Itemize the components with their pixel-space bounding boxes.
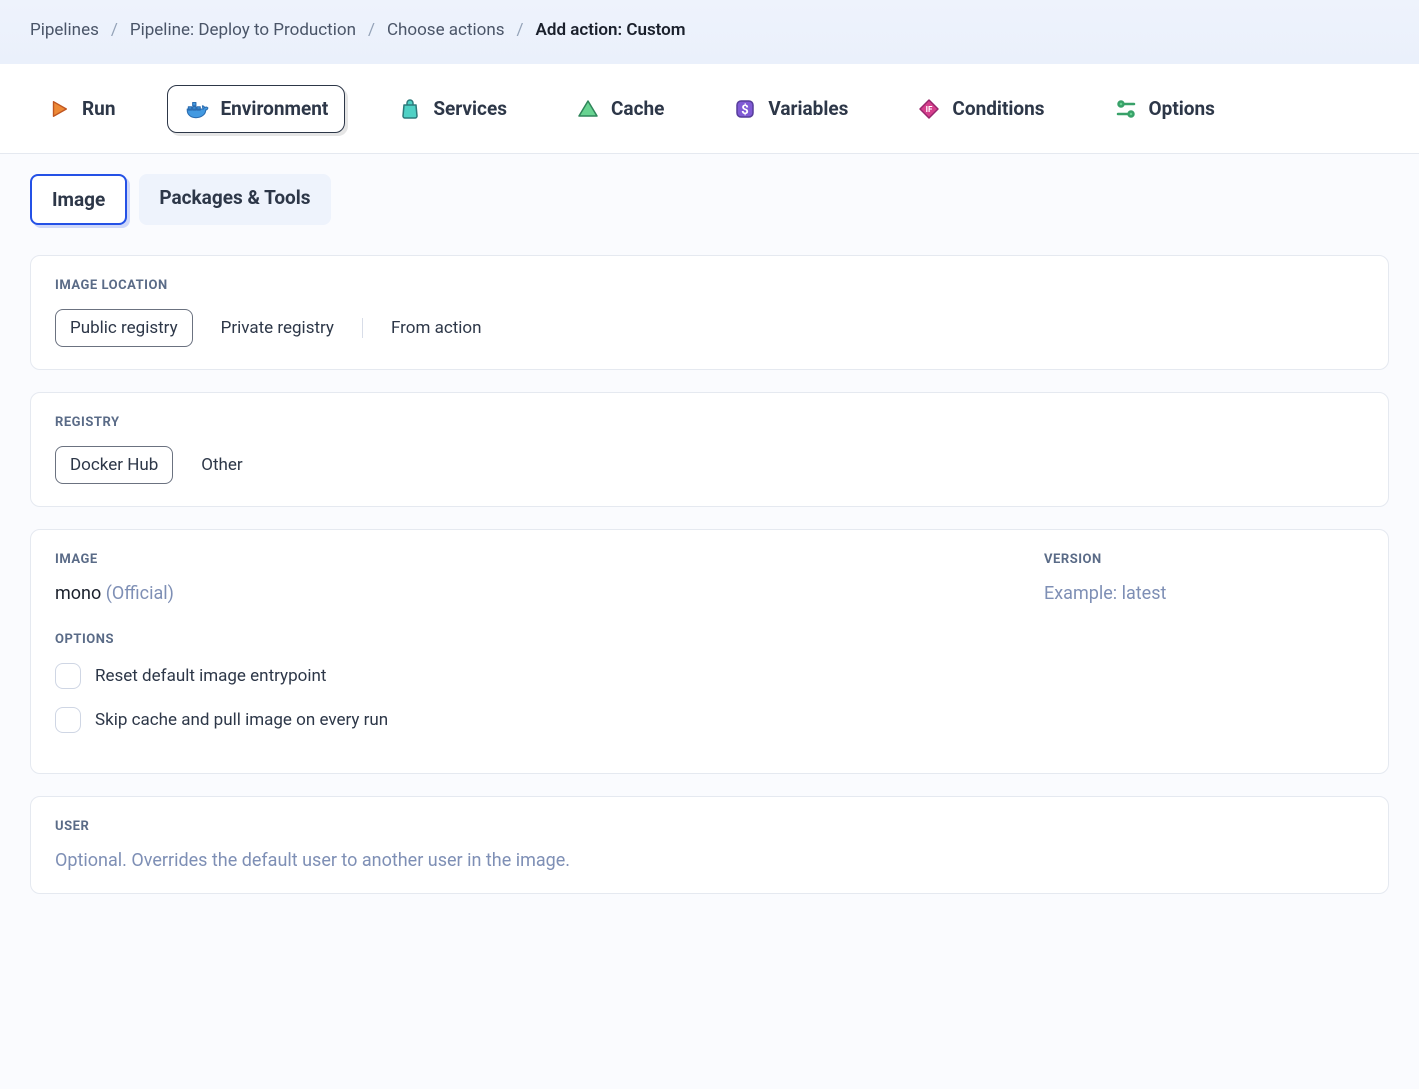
tab-label: Environment	[220, 97, 328, 120]
option-label: Reset default image entrypoint	[95, 666, 326, 686]
svg-text:$: $	[742, 103, 749, 118]
svg-text:IF: IF	[926, 105, 933, 114]
breadcrumb-sep: /	[111, 20, 118, 40]
tab-run[interactable]: Run	[30, 86, 131, 132]
option-label: Skip cache and pull image on every run	[95, 710, 388, 730]
checkbox-reset-entrypoint[interactable]	[55, 663, 81, 689]
tab-environment[interactable]: Environment	[167, 85, 345, 133]
option-from-action[interactable]: From action	[377, 310, 496, 346]
diamond-icon: IF	[916, 96, 942, 122]
tab-label: Conditions	[952, 97, 1044, 120]
subtab-image[interactable]: Image	[30, 174, 127, 225]
play-icon	[46, 96, 72, 122]
option-docker-hub[interactable]: Docker Hub	[55, 446, 173, 484]
breadcrumb-sep: /	[517, 20, 524, 40]
tab-cache[interactable]: Cache	[559, 86, 680, 132]
image-location-options: Public registry Private registry From ac…	[55, 309, 1364, 347]
image-input[interactable]: mono (Official)	[55, 583, 984, 604]
registry-label: Registry	[55, 415, 1364, 430]
option-skip-cache: Skip cache and pull image on every run	[55, 707, 1364, 733]
dollar-icon: $	[732, 96, 758, 122]
options-label: Options	[55, 632, 1364, 647]
pill-separator	[362, 318, 363, 338]
tab-variables[interactable]: $ Variables	[716, 86, 864, 132]
card-registry: Registry Docker Hub Other	[30, 392, 1389, 507]
image-value: mono	[55, 583, 101, 604]
triangle-icon	[575, 96, 601, 122]
bag-icon	[397, 96, 423, 122]
option-public-registry[interactable]: Public registry	[55, 309, 193, 347]
option-reset-entrypoint: Reset default image entrypoint	[55, 663, 1364, 689]
breadcrumb-choose-actions[interactable]: Choose actions	[387, 20, 505, 40]
breadcrumb-pipelines[interactable]: Pipelines	[30, 20, 99, 40]
sub-tabs: Image Packages & Tools	[30, 174, 1389, 225]
tab-services[interactable]: Services	[381, 86, 523, 132]
content: Image Packages & Tools Image Location Pu…	[0, 154, 1419, 956]
sliders-icon	[1113, 96, 1139, 122]
option-other[interactable]: Other	[187, 447, 256, 483]
tab-label: Run	[82, 97, 115, 120]
breadcrumb-current: Add action: Custom	[536, 20, 686, 40]
card-image-location: Image Location Public registry Private r…	[30, 255, 1389, 370]
card-image: Image mono (Official) Version Example: l…	[30, 529, 1389, 774]
breadcrumb-pipeline[interactable]: Pipeline: Deploy to Production	[130, 20, 356, 40]
checkbox-skip-cache[interactable]	[55, 707, 81, 733]
tab-label: Variables	[768, 97, 848, 120]
user-input[interactable]: Optional. Overrides the default user to …	[55, 850, 1364, 871]
card-user: User Optional. Overrides the default use…	[30, 796, 1389, 894]
option-private-registry[interactable]: Private registry	[207, 310, 348, 346]
user-label: User	[55, 819, 1364, 834]
tab-label: Options	[1149, 97, 1215, 120]
image-label: Image	[55, 552, 984, 567]
docker-icon	[184, 96, 210, 122]
tab-label: Cache	[611, 97, 664, 120]
header: Pipelines / Pipeline: Deploy to Producti…	[0, 0, 1419, 64]
subtab-packages[interactable]: Packages & Tools	[139, 174, 330, 225]
breadcrumb: Pipelines / Pipeline: Deploy to Producti…	[30, 20, 1389, 40]
tab-conditions[interactable]: IF Conditions	[900, 86, 1060, 132]
version-input[interactable]: Example: latest	[1044, 583, 1364, 604]
tab-options[interactable]: Options	[1097, 86, 1231, 132]
version-label: Version	[1044, 552, 1364, 567]
registry-options: Docker Hub Other	[55, 446, 1364, 484]
tab-label: Services	[433, 97, 507, 120]
breadcrumb-sep: /	[368, 20, 375, 40]
image-location-label: Image Location	[55, 278, 1364, 293]
main-tabs: Run Environment Services Cache $ Variabl…	[0, 64, 1419, 154]
image-official-badge: (Official)	[106, 583, 174, 604]
